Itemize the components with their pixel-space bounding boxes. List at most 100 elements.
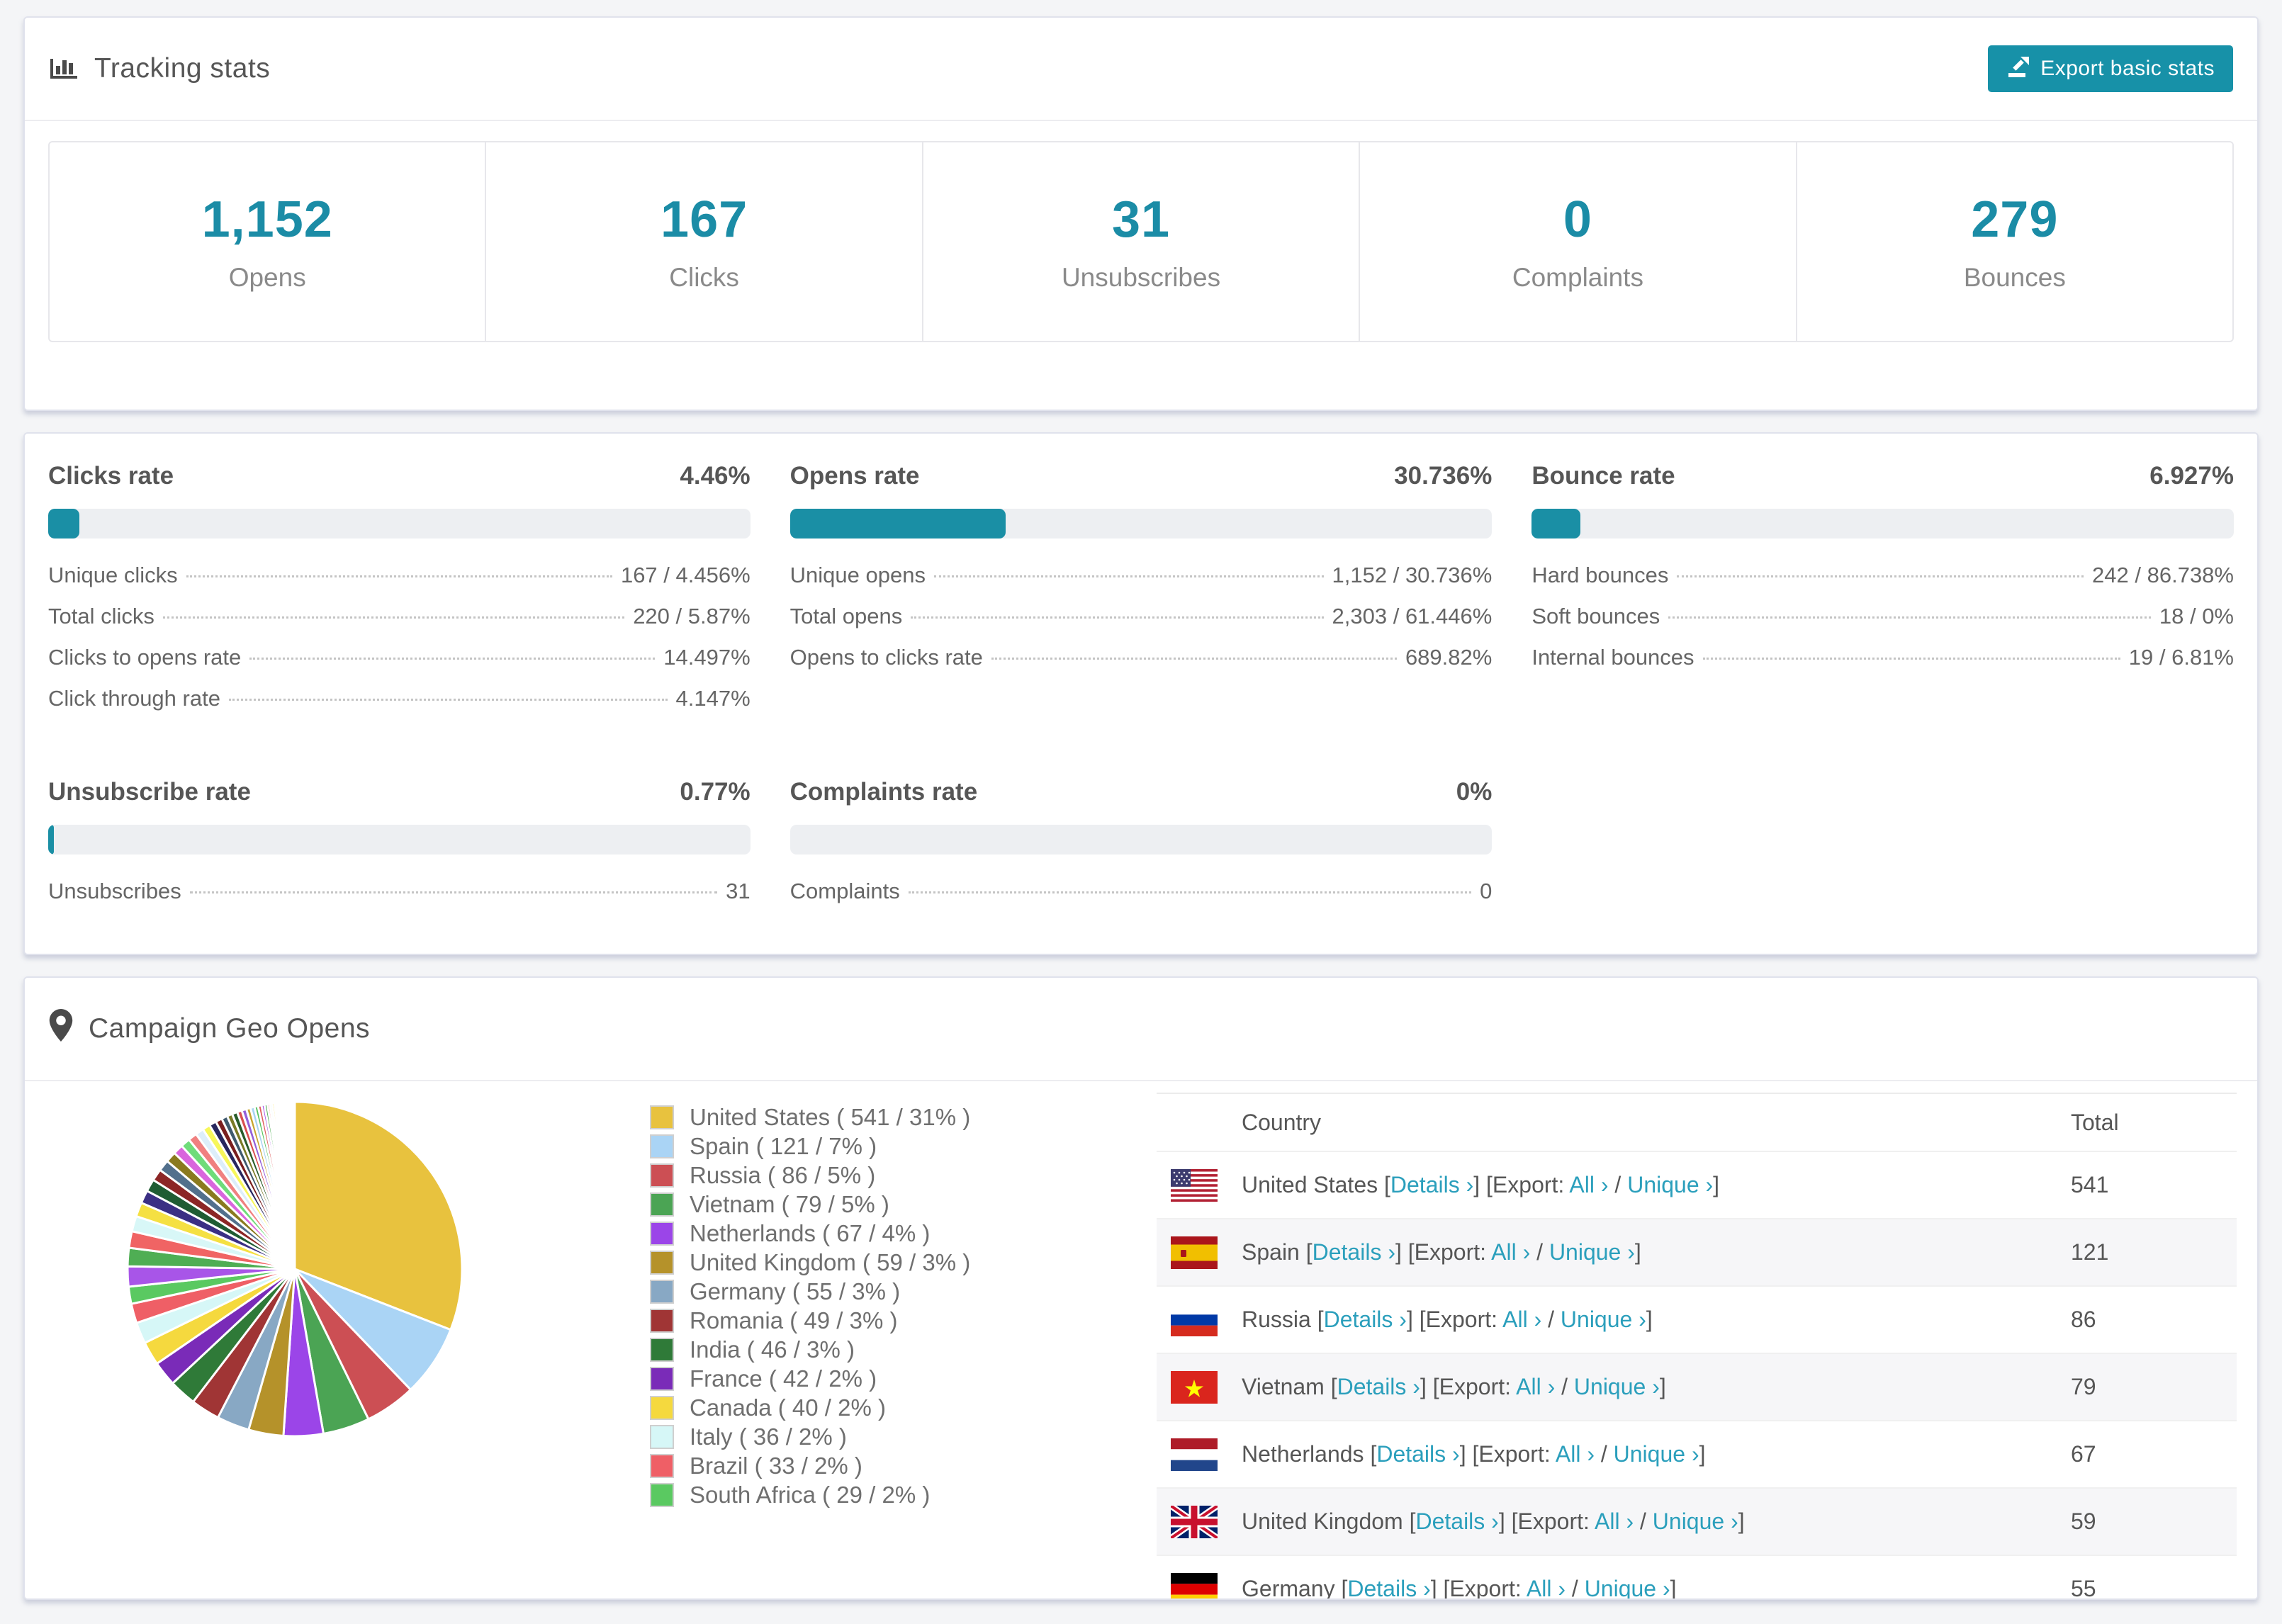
rate-progress-track — [1531, 509, 2234, 538]
details-link[interactable]: Details › — [1390, 1172, 1473, 1197]
stat-label: Unsubscribes — [1061, 263, 1221, 292]
pie-slice[interactable] — [293, 1100, 296, 1270]
legend-swatch — [650, 1366, 674, 1391]
metric-label: Soft bounces — [1531, 604, 1660, 628]
stat-label: Opens — [228, 263, 306, 292]
geo-card-title-text: Campaign Geo Opens — [89, 1013, 371, 1044]
rate-section: Bounce rate 6.927% Hard bounces 242 / 86… — [1531, 462, 2234, 727]
legend-item[interactable]: Netherlands ( 67 / 4% ) — [650, 1219, 970, 1248]
metric-value: 18 / 0% — [2159, 604, 2234, 628]
stat-label: Clicks — [669, 263, 739, 292]
dotted-leader — [1668, 616, 2151, 619]
rate-progress-track — [789, 509, 1493, 538]
export-unique-link[interactable]: Unique › — [1653, 1509, 1738, 1534]
legend-item[interactable]: Brazil ( 33 / 2% ) — [650, 1451, 970, 1480]
export-all-link[interactable]: All › — [1527, 1576, 1566, 1598]
dotted-leader — [911, 616, 1324, 619]
export-label: Export: — [1414, 1239, 1487, 1265]
metric-value: 689.82% — [1405, 645, 1493, 670]
rate-progress-fill — [48, 509, 80, 538]
export-all-link[interactable]: All › — [1569, 1172, 1608, 1197]
export-label: Export: — [1478, 1441, 1551, 1467]
country-cell: Russia [Details ›] [Export: All › / Uniq… — [1242, 1307, 1653, 1332]
legend-label: India ( 46 / 3% ) — [690, 1336, 855, 1363]
details-link[interactable]: Details › — [1415, 1509, 1498, 1534]
metric-value: 1,152 / 30.736% — [1332, 563, 1493, 587]
legend-swatch — [650, 1163, 674, 1188]
total-cell: 59 — [2071, 1509, 2096, 1534]
rate-progress-track — [48, 509, 751, 538]
country-name: United Kingdom — [1242, 1509, 1403, 1534]
stat-label: Complaints — [1512, 263, 1643, 292]
country-flag-icon — [1171, 1370, 1218, 1404]
rate-rows: Unsubscribes 31 — [48, 879, 751, 920]
metric-label: Internal bounces — [1531, 645, 1694, 670]
total-cell: 55 — [2071, 1576, 2096, 1600]
legend-item[interactable]: India ( 46 / 3% ) — [650, 1335, 970, 1364]
export-unique-link[interactable]: Unique › — [1549, 1239, 1635, 1265]
export-unique-link[interactable]: Unique › — [1574, 1374, 1660, 1399]
country-name: Spain — [1242, 1239, 1300, 1265]
legend-swatch — [650, 1221, 674, 1246]
legend-item[interactable]: France ( 42 / 2% ) — [650, 1364, 970, 1393]
legend-swatch — [650, 1308, 674, 1333]
export-unique-link[interactable]: Unique › — [1627, 1172, 1713, 1197]
details-link[interactable]: Details › — [1337, 1374, 1420, 1399]
rate-value: 6.927% — [2149, 462, 2234, 490]
details-link[interactable]: Details › — [1313, 1239, 1395, 1265]
map-pin-icon — [49, 1009, 73, 1049]
legend-item[interactable]: Canada ( 40 / 2% ) — [650, 1393, 970, 1422]
legend-item[interactable]: Vietnam ( 79 / 5% ) — [650, 1190, 970, 1219]
legend-swatch — [650, 1192, 674, 1217]
legend-item[interactable]: Germany ( 55 / 3% ) — [650, 1277, 970, 1306]
metric-value: 242 / 86.738% — [2092, 563, 2234, 587]
metric-value: 0 — [1480, 879, 1493, 903]
dotted-leader — [228, 699, 668, 701]
export-all-link[interactable]: All › — [1502, 1307, 1541, 1332]
rate-rows: Hard bounces 242 / 86.738% Soft bounces … — [1531, 563, 2234, 686]
rate-metric-row: Total clicks 220 / 5.87% — [48, 604, 751, 645]
legend-swatch — [650, 1453, 674, 1478]
export-all-link[interactable]: All › — [1595, 1509, 1634, 1534]
dotted-leader — [908, 891, 1472, 893]
rate-metric-row: Unique opens 1,152 / 30.736% — [790, 563, 1493, 604]
export-button-label: Export basic stats — [2040, 57, 2215, 80]
legend-item[interactable]: Russia ( 86 / 5% ) — [650, 1161, 970, 1190]
dotted-leader — [991, 658, 1397, 660]
metric-label: Unsubscribes — [48, 879, 181, 903]
export-basic-stats-button[interactable]: Export basic stats — [1988, 45, 2233, 92]
legend-swatch — [650, 1134, 674, 1158]
details-link[interactable]: Details › — [1324, 1307, 1407, 1332]
rate-metric-row: Clicks to opens rate 14.497% — [48, 645, 751, 686]
legend-item[interactable]: South Africa ( 29 / 2% ) — [650, 1480, 970, 1509]
legend-label: France ( 42 / 2% ) — [690, 1365, 877, 1392]
legend-item[interactable]: Romania ( 49 / 3% ) — [650, 1306, 970, 1335]
metric-value: 31 — [726, 879, 751, 903]
legend-item[interactable]: United Kingdom ( 59 / 3% ) — [650, 1248, 970, 1277]
export-all-link[interactable]: All › — [1556, 1441, 1595, 1467]
legend-item[interactable]: Spain ( 121 / 7% ) — [650, 1132, 970, 1161]
rate-head: Clicks rate 4.46% — [48, 462, 751, 490]
metric-label: Hard bounces — [1531, 563, 1669, 587]
export-unique-link[interactable]: Unique › — [1585, 1576, 1670, 1598]
export-unique-link[interactable]: Unique › — [1561, 1307, 1646, 1332]
legend-item[interactable]: United States ( 541 / 31% ) — [650, 1103, 970, 1132]
legend-label: Vietnam ( 79 / 5% ) — [690, 1190, 889, 1217]
details-link[interactable]: Details › — [1376, 1441, 1459, 1467]
legend-item[interactable]: Italy ( 36 / 2% ) — [650, 1422, 970, 1451]
export-unique-link[interactable]: Unique › — [1614, 1441, 1699, 1467]
stat-value: 167 — [661, 191, 748, 248]
details-link[interactable]: Details › — [1347, 1576, 1430, 1598]
country-flag-icon — [1171, 1303, 1218, 1336]
export-all-link[interactable]: All › — [1516, 1374, 1555, 1399]
geo-table-row: United States [Details ›] [Export: All ›… — [1157, 1151, 2237, 1218]
dotted-leader — [1702, 658, 2120, 660]
rate-metric-row: Soft bounces 18 / 0% — [1531, 604, 2234, 645]
stat-value: 0 — [1563, 191, 1592, 248]
country-cell: United States [Details ›] [Export: All ›… — [1242, 1172, 1720, 1197]
geo-opens-table: Country Total United States [Details ›] … — [1157, 1093, 2237, 1600]
export-label: Export: — [1492, 1172, 1565, 1197]
column-country: Country — [1242, 1109, 1322, 1135]
export-all-link[interactable]: All › — [1491, 1239, 1530, 1265]
country-name: Netherlands — [1242, 1441, 1364, 1467]
